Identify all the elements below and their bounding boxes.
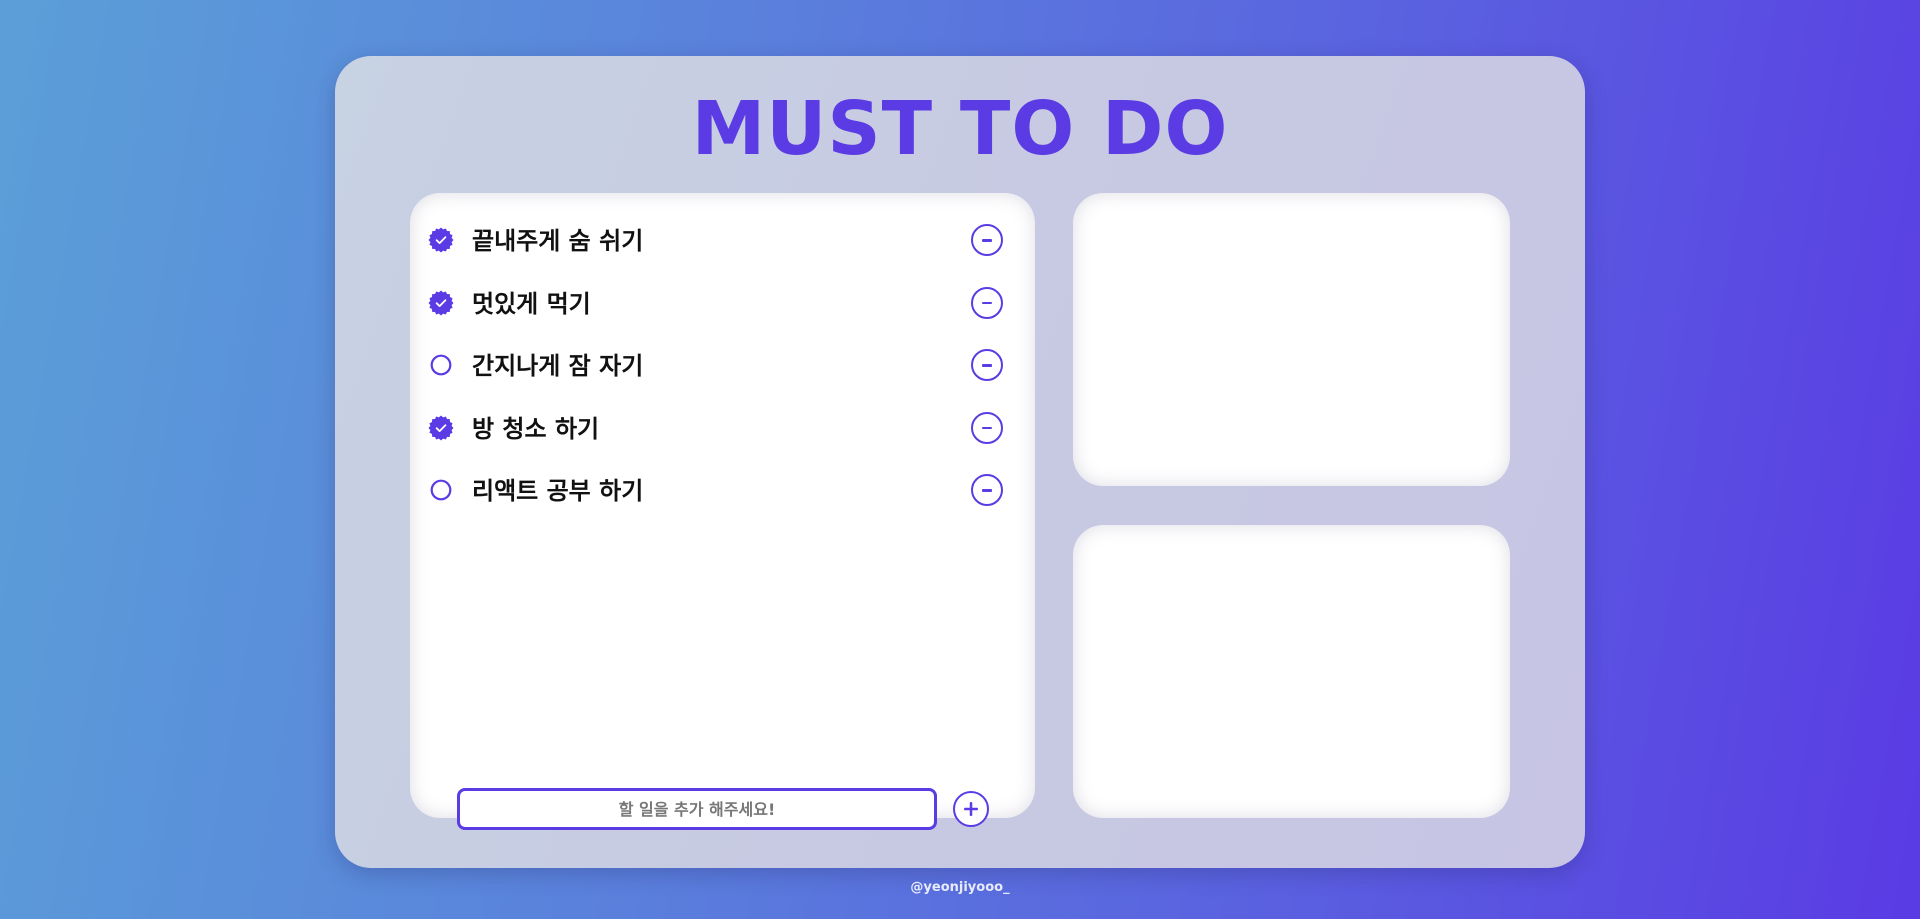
remove-todo-button[interactable] <box>971 474 1003 507</box>
add-todo-input[interactable] <box>457 788 937 830</box>
todo-item: 멋있게 먹기 <box>410 272 1035 335</box>
todo-panel: 끝내주게 숨 쉬기멋있게 먹기간지나게 잠 자기방 청소 하기리액트 공부 하기 <box>410 193 1035 830</box>
circle-icon[interactable] <box>428 477 454 503</box>
app-card: MUST TO DO 끝내주게 숨 쉬기멋있게 먹기간지나게 잠 자기방 청소 … <box>335 56 1585 868</box>
page-title: MUST TO DO <box>691 86 1229 172</box>
circle-icon[interactable] <box>428 352 454 378</box>
todo-item: 리액트 공부 하기 <box>410 459 1035 522</box>
todo-item: 간지나게 잠 자기 <box>410 334 1035 397</box>
todo-text: 리액트 공부 하기 <box>472 477 644 506</box>
remove-todo-button[interactable] <box>971 411 1003 444</box>
todo-item: 방 청소 하기 <box>410 397 1035 460</box>
minus-circle-icon <box>982 489 992 492</box>
remove-todo-button[interactable] <box>971 224 1003 257</box>
add-todo-button[interactable] <box>953 791 989 827</box>
minus-circle-icon <box>982 426 992 429</box>
minus-circle-icon <box>982 301 992 304</box>
side-panel-bottom <box>1073 525 1510 818</box>
minus-circle-icon <box>982 239 992 242</box>
todo-item: 끝내주게 숨 쉬기 <box>410 209 1035 272</box>
minus-circle-icon <box>982 364 992 367</box>
todo-text: 방 청소 하기 <box>472 414 600 443</box>
todo-text: 멋있게 먹기 <box>472 289 591 318</box>
footer-credit: @yeonjiyooo_ <box>910 880 1010 895</box>
plus-circle-icon <box>964 802 978 816</box>
badge-check-icon[interactable] <box>428 227 454 253</box>
remove-todo-button[interactable] <box>971 349 1003 382</box>
todo-text: 간지나게 잠 자기 <box>472 352 644 381</box>
todo-list: 끝내주게 숨 쉬기멋있게 먹기간지나게 잠 자기방 청소 하기리액트 공부 하기 <box>410 209 1035 522</box>
todo-text: 끝내주게 숨 쉬기 <box>472 227 644 256</box>
remove-todo-button[interactable] <box>971 286 1003 319</box>
badge-check-icon[interactable] <box>428 415 454 441</box>
side-panel-top <box>1073 193 1510 486</box>
badge-check-icon[interactable] <box>428 290 454 316</box>
